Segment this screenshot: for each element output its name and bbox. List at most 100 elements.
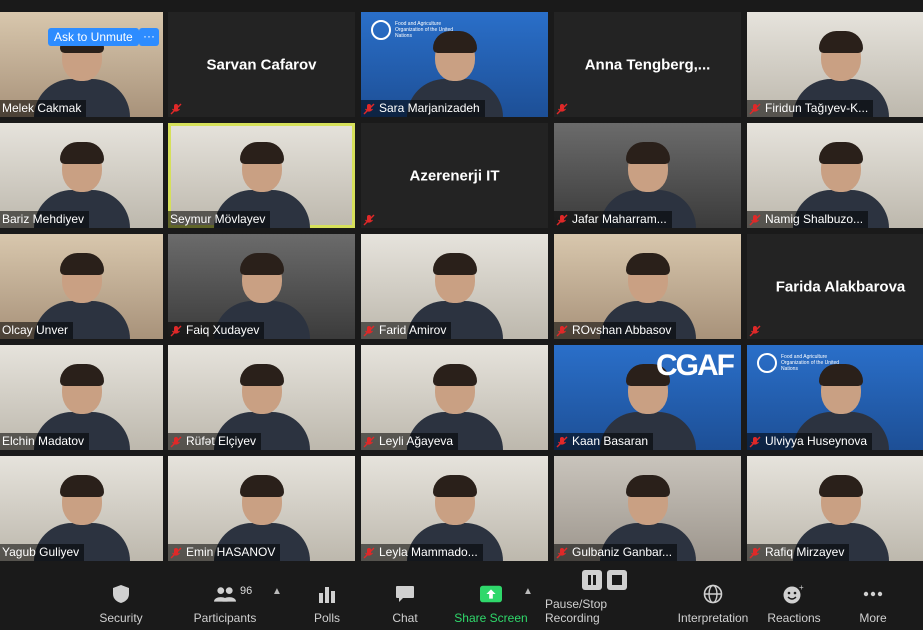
participant-name-label: Emin HASANOV [168, 544, 281, 561]
participant-name-label [361, 211, 384, 228]
share-caret-icon[interactable]: ▲ [523, 586, 533, 597]
participant-name-label: Rafiq Mirzayev [747, 544, 850, 561]
participant-tile-r-f-t-el-iyev[interactable]: Rüfət Elçiyev [168, 345, 355, 450]
muted-mic-icon [749, 214, 761, 226]
participant-tile-sara-marjanizadeh[interactable]: Food and Agriculture Organization of the… [361, 12, 548, 117]
participant-tile-melek-cakmak[interactable]: Melek Cakmak Ask to Unmute ··· [0, 12, 163, 117]
participant-name-label: Kaan Basaran [554, 433, 654, 450]
pause-stop-recording-button[interactable]: Pause/Stop Recording [545, 568, 665, 630]
participant-name-label: Elchin Madatov [0, 433, 90, 450]
participant-tile-ulviyya-huseynova[interactable]: Food and Agriculture Organization of the… [747, 345, 923, 450]
polls-button[interactable]: Polls [307, 568, 347, 630]
muted-mic-icon [749, 436, 761, 448]
muted-mic-icon [363, 103, 375, 115]
participant-tile-firidun-ta-yev-k[interactable]: Firidun Tağıyev-K... [747, 12, 923, 117]
participant-name-text: Gulbaniz Ganbar... [572, 545, 673, 559]
participant-name-text: Bariz Mehdiyev [2, 212, 85, 226]
share-screen-button[interactable]: Share Screen [453, 568, 529, 630]
bar-chart-icon [316, 583, 338, 605]
muted-mic-icon [556, 547, 568, 559]
participant-name-centered: Anna Tengberg,... [584, 56, 711, 73]
more-dots-icon [862, 583, 884, 605]
muted-mic-icon [170, 436, 182, 448]
participant-tile-emin-hasanov[interactable]: Emin HASANOV [168, 456, 355, 561]
muted-mic-icon [170, 103, 182, 115]
participant-tile-namig-shalbuzo[interactable]: Namig Shalbuzo... [747, 123, 923, 228]
participant-tile-rovshan-abbasov[interactable]: ROvshan Abbasov [554, 234, 741, 339]
participant-name-label: Namig Shalbuzo... [747, 211, 869, 228]
participant-name-label: Farid Amirov [361, 322, 452, 339]
more-button[interactable]: More [855, 568, 891, 630]
participant-tile-faiq-xudayev[interactable]: Faiq Xudayev [168, 234, 355, 339]
participant-name-text: Rafiq Mirzayev [765, 545, 845, 559]
fao-logo-text: Food and Agriculture Organization of the… [781, 354, 840, 372]
participant-name-text: Elchin Madatov [2, 434, 85, 448]
share-screen-label: Share Screen [454, 611, 528, 625]
svg-text:+: + [799, 584, 804, 592]
participant-name-text: Leyli Ağayeva [379, 434, 454, 448]
participant-tile-gulbaniz-ganbar[interactable]: Gulbaniz Ganbar... [554, 456, 741, 561]
participant-name-label: Sara Marjanizadeh [361, 100, 485, 117]
participants-caret-icon[interactable]: ▲ [272, 586, 282, 597]
muted-mic-icon [170, 547, 182, 559]
participant-tile-jafar-maharram[interactable]: Jafar Maharram... [554, 123, 741, 228]
muted-mic-icon [363, 325, 375, 337]
muted-mic-icon [556, 103, 568, 115]
participant-tile-farid-amirov[interactable]: Farid Amirov [361, 234, 548, 339]
participants-button[interactable]: Participants [190, 568, 260, 630]
more-label: More [859, 611, 887, 625]
participant-tile-kaan-basaran[interactable]: CGAF Kaan Basaran [554, 345, 741, 450]
participant-tile-yagub-guliyev[interactable]: Yagub Guliyev [0, 456, 163, 561]
participant-tile-leyla-mammado[interactable]: Leyla Mammado... [361, 456, 548, 561]
muted-mic-icon [556, 325, 568, 337]
participant-name-label: Jafar Maharram... [554, 211, 672, 228]
participant-name-label: Ulviyya Huseynova [747, 433, 873, 450]
participant-name-label: Olcay Unver [0, 322, 74, 339]
tile-more-options-button[interactable]: ··· [139, 28, 159, 46]
smiley-icon: + [783, 583, 805, 605]
participant-tile-rafiq-mirzayev[interactable]: Rafiq Mirzayev [747, 456, 923, 561]
participant-name-label [747, 322, 770, 339]
participant-name-text: ROvshan Abbasov [572, 323, 672, 337]
participant-tile-bariz-mehdiyev[interactable]: Bariz Mehdiyev [0, 123, 163, 228]
muted-mic-icon [363, 436, 375, 448]
participant-tile-azerenerji-it[interactable]: Azerenerji IT [361, 123, 548, 228]
participant-name-label: Leyla Mammado... [361, 544, 483, 561]
participant-tile-sarvan-cafarov[interactable]: Sarvan Cafarov [168, 12, 355, 117]
participant-name-label [168, 100, 191, 117]
chat-label: Chat [392, 611, 418, 625]
participant-name-label: Seymur Mövlayev [168, 211, 271, 228]
participant-tile-seymur-m-vlayev[interactable]: Seymur Mövlayev [168, 123, 355, 228]
reactions-button[interactable]: + Reactions [766, 568, 822, 630]
muted-mic-icon [363, 214, 375, 226]
participant-tile-farida-alakbarova[interactable]: Farida Alakbarova [747, 234, 923, 339]
fao-logo-text: Food and Agriculture Organization of the… [395, 21, 454, 39]
participant-tile-elchin-madatov[interactable]: Elchin Madatov [0, 345, 163, 450]
polls-label: Polls [313, 611, 340, 625]
ask-to-unmute-button[interactable]: Ask to Unmute [48, 28, 139, 46]
video-grid: Melek Cakmak Ask to Unmute ··· Sarvan Cafar… [0, 0, 923, 568]
participant-name-text: Seymur Mövlayev [170, 212, 266, 226]
participant-name-text: Olcay Unver [2, 323, 69, 337]
muted-mic-icon [749, 325, 761, 337]
share-screen-icon [480, 583, 502, 605]
participant-tile-leyli-a-ayeva[interactable]: Leyli Ağayeva [361, 345, 548, 450]
participant-tile-anna-tengberg[interactable]: Anna Tengberg,... [554, 12, 741, 117]
chat-button[interactable]: Chat [386, 568, 424, 630]
globe-icon [702, 583, 724, 605]
recording-label: Pause/Stop Recording [545, 597, 608, 625]
fao-logo: Food and Agriculture Organization of the… [757, 353, 841, 373]
participant-name-label [554, 100, 577, 117]
participant-tile-olcay-unver[interactable]: Olcay Unver [0, 234, 163, 339]
participant-name-centered: Azerenerji IT [409, 167, 500, 184]
participant-name-label: Rüfət Elçiyev [168, 433, 262, 450]
participant-name-text: Melek Cakmak [2, 101, 82, 115]
participant-name-label: Faiq Xudayev [168, 322, 265, 339]
muted-mic-icon [749, 103, 761, 115]
participant-name-text: Kaan Basaran [572, 434, 649, 448]
security-button[interactable]: Security [95, 568, 147, 630]
shield-icon [110, 583, 132, 605]
interpretation-button[interactable]: Interpretation [675, 568, 751, 630]
interpretation-label: Interpretation [677, 611, 749, 625]
participant-name-text: Firidun Tağıyev-K... [765, 101, 869, 115]
